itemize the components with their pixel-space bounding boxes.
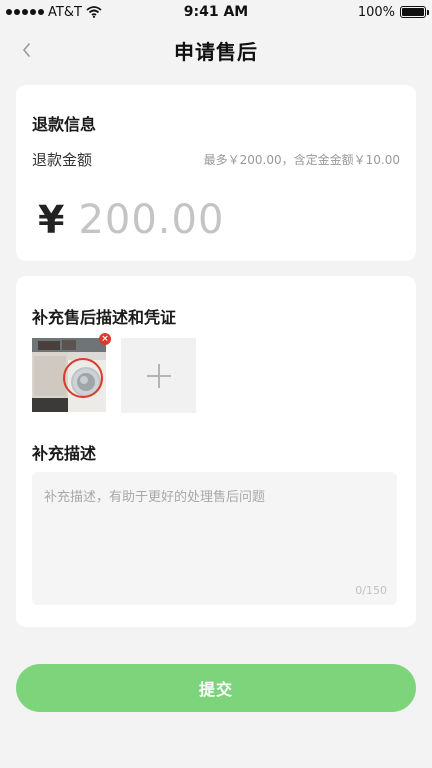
refund-amount-row: 退款金额 最多￥200.00，含定金金额￥10.00: [32, 149, 400, 170]
wifi-icon: [86, 6, 102, 18]
status-bar-left: AT&T: [6, 5, 102, 20]
refund-section-title: 退款信息: [32, 115, 97, 134]
remove-photo-button[interactable]: ×: [99, 333, 111, 345]
description-textarea[interactable]: 补充描述，有助于更好的处理售后问题 0/150: [32, 472, 397, 605]
page-title: 申请售后: [174, 39, 258, 64]
battery-icon: [400, 6, 429, 18]
refund-amount-input[interactable]: ¥ 200.00: [38, 197, 224, 243]
carrier-label: AT&T: [48, 4, 82, 20]
nav-bar: 申请售后: [0, 24, 432, 76]
signal-icon: [6, 9, 44, 15]
description-placeholder: 补充描述，有助于更好的处理售后问题: [44, 490, 266, 505]
battery-percent: 100%: [357, 4, 395, 20]
chevron-left-icon: [23, 43, 30, 57]
currency-symbol: ¥: [38, 198, 65, 242]
status-bar-right: 100%: [357, 4, 429, 20]
back-button[interactable]: [10, 34, 42, 66]
add-photo-button[interactable]: [121, 338, 196, 413]
refund-amount-label: 退款金额: [32, 151, 93, 169]
submit-button[interactable]: 提交: [16, 664, 416, 712]
evidence-section-title: 补充售后描述和凭证: [32, 308, 177, 327]
supplement-title: 补充描述: [32, 444, 97, 463]
washing-machine-photo: [32, 338, 106, 412]
after-sales-page: AT&T 9:41 AM 100% 申请售后 退款信息 退款金额 最多￥200.: [0, 0, 432, 768]
status-bar: AT&T 9:41 AM 100%: [0, 0, 432, 24]
refund-amount-value[interactable]: 200.00: [78, 197, 224, 243]
uploaded-photo[interactable]: ×: [32, 333, 111, 412]
refund-info-card: 退款信息 退款金额 最多￥200.00，含定金金额￥10.00 ¥ 200.00: [16, 85, 416, 261]
close-icon: ×: [101, 334, 109, 344]
plus-icon: [146, 363, 171, 388]
photo-row: ×: [32, 333, 196, 413]
char-counter: 0/150: [355, 584, 387, 597]
evidence-card: 补充售后描述和凭证 × 补充描述 补充描述，有助于更好的处理售后问题 0/150: [16, 276, 416, 627]
refund-amount-hint: 最多￥200.00，含定金金额￥10.00: [203, 153, 400, 167]
